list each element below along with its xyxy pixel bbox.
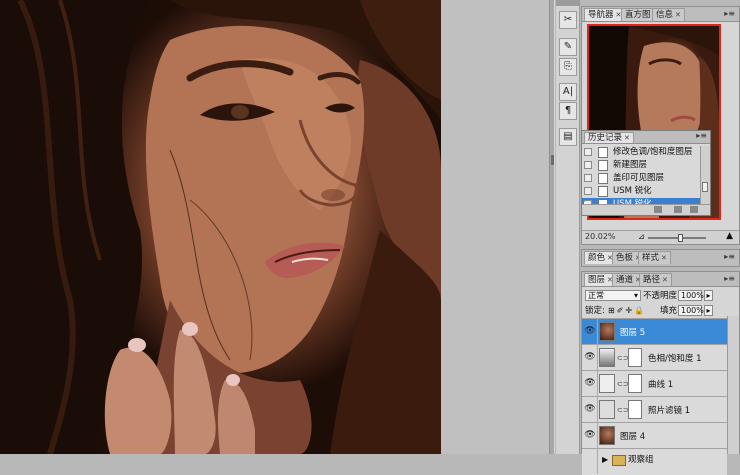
history-item[interactable]: 新建图层 (582, 159, 702, 172)
document-canvas[interactable] (0, 0, 441, 454)
tab-history[interactable]: 历史记录 ✕ (584, 132, 634, 143)
layer-mask-thumbnail[interactable] (628, 374, 642, 393)
zoom-slider-knob[interactable] (677, 234, 683, 242)
layer-row[interactable]: 👁 ⊂⊃ 色相/饱和度 1 (582, 344, 727, 371)
color-menu-icon[interactable]: ▸≡ (724, 252, 735, 261)
adjustment-icon[interactable] (599, 374, 615, 393)
link-icon[interactable]: ⊂⊃ (617, 406, 629, 414)
zoom-out-icon[interactable]: ⊿ (638, 232, 645, 241)
layers-menu-icon[interactable]: ▸≡ (724, 274, 735, 283)
link-icon[interactable]: ⊂⊃ (617, 380, 629, 388)
history-source-checkbox[interactable] (584, 174, 592, 182)
snapshot-icon[interactable] (654, 206, 662, 213)
eye-icon[interactable]: 👁 (583, 345, 598, 370)
layer-row[interactable]: 👁 ⊂⊃ 曲线 1 (582, 370, 727, 397)
history-source-checkbox[interactable] (584, 148, 592, 156)
tab-styles[interactable]: 样式 ✕ (638, 251, 671, 264)
blend-mode-select[interactable]: 正常 ▾ (585, 290, 641, 301)
panel-splitter[interactable] (549, 0, 555, 454)
opacity-input[interactable]: 100% (678, 290, 704, 301)
history-item[interactable]: 盖印可见图层 (582, 172, 702, 185)
text-icon[interactable]: A| (559, 83, 577, 101)
history-step-icon (598, 160, 608, 171)
layer-thumbnail[interactable] (599, 322, 615, 341)
history-item-label: 盖印可见图层 (613, 173, 665, 183)
trash-icon[interactable] (690, 206, 698, 213)
history-item[interactable]: USM 锐化 (582, 185, 702, 198)
history-panel: 历史记录✕ ▸≡ 修改色调/饱和度图层新建图层盖印可见图层USM 锐化USM 锐… (581, 130, 711, 216)
layer-name: 图层 4 (620, 432, 646, 442)
zoom-slider[interactable] (648, 234, 706, 242)
expand-arrow-icon[interactable]: ▶ (602, 455, 608, 464)
history-step-icon (598, 173, 608, 184)
panel-dock-icons: ✂ ✎ ⎘ A| ¶ ▤ (556, 0, 580, 454)
layer-row[interactable]: 👁 图层 4 (582, 422, 727, 449)
layer-row[interactable]: 👁 ⊂⊃ 照片滤镜 1 (582, 396, 727, 423)
lock-icons[interactable]: ⊞✐✛🔒 (608, 305, 646, 317)
lock-label: 锁定: (585, 306, 605, 316)
layer-thumbnail[interactable] (599, 426, 615, 445)
history-step-icon (598, 147, 608, 158)
layer-mask-thumbnail[interactable] (628, 400, 642, 419)
fill-dropdown-icon[interactable]: ▸ (704, 305, 713, 316)
eye-icon[interactable] (583, 449, 598, 474)
layer-name: 图层 5 (620, 328, 646, 338)
opacity-dropdown-icon[interactable]: ▸ (704, 290, 713, 301)
paragraph-icon[interactable]: ¶ (559, 102, 577, 120)
zoom-level[interactable]: 20.02% (585, 232, 616, 241)
panel-menu-icon[interactable]: ▸≡ (724, 9, 735, 18)
brush-icon[interactable]: ✎ (559, 38, 577, 56)
eye-icon[interactable]: 👁 (583, 319, 598, 344)
eye-icon[interactable]: 👁 (583, 423, 598, 448)
fill-input[interactable]: 100% (678, 305, 704, 316)
camera-icon[interactable] (674, 206, 682, 213)
layer-row[interactable]: 👁 图层 5 (582, 318, 727, 345)
layers-panel: 图层 ✕ 通道 ✕ 路径 ✕ ▸≡ 正常 ▾ 不透明度: 100% ▸ 锁定: ⊞✐✛🔒… (581, 271, 740, 475)
history-item-label: 修改色调/饱和度图层 (613, 147, 693, 157)
adjustment-icon[interactable] (599, 400, 615, 419)
portrait-photo (0, 0, 441, 454)
layer-row[interactable]: ▶ 观察组 (582, 448, 727, 475)
opacity-label: 不透明度: (643, 291, 680, 301)
tab-navigator[interactable]: 导航器 ✕ (584, 8, 626, 21)
history-item-label: USM 锐化 (613, 186, 652, 196)
eye-icon[interactable]: 👁 (583, 371, 598, 396)
history-step-icon (598, 186, 608, 197)
history-source-checkbox[interactable] (584, 161, 592, 169)
history-item-label: 新建图层 (613, 160, 648, 170)
scissors-icon[interactable]: ✂ (559, 11, 577, 29)
tab-info[interactable]: 信息 ✕ (652, 8, 685, 21)
fill-label: 填充: (660, 306, 680, 316)
history-scrollbar[interactable] (700, 146, 710, 206)
layer-name: 曲线 1 (648, 380, 674, 390)
pasteboard (441, 0, 551, 454)
layer-name: 观察组 (628, 455, 654, 465)
stamp-icon[interactable]: ⎘ (559, 58, 577, 76)
layers-scrollbar[interactable] (727, 316, 739, 454)
zoom-in-icon[interactable]: ▲ (726, 231, 733, 241)
layer-name: 色相/饱和度 1 (648, 354, 702, 364)
layer-name: 照片滤镜 1 (648, 406, 691, 416)
history-menu-icon[interactable]: ▸≡ (696, 131, 707, 140)
color-panel: 颜色✕ 色板✕ 样式✕ ▸≡ (581, 249, 740, 267)
layer-mask-thumbnail[interactable] (628, 348, 642, 367)
folder-icon (612, 455, 626, 466)
link-icon[interactable]: ⊂⊃ (617, 354, 629, 362)
eye-icon[interactable]: 👁 (583, 397, 598, 422)
history-item[interactable]: 修改色调/饱和度图层 (582, 146, 702, 159)
history-source-checkbox[interactable] (584, 187, 592, 195)
tab-paths[interactable]: 路径 ✕ (639, 273, 672, 286)
adjustment-icon[interactable] (599, 348, 615, 367)
layers-doc-icon[interactable]: ▤ (559, 128, 577, 146)
